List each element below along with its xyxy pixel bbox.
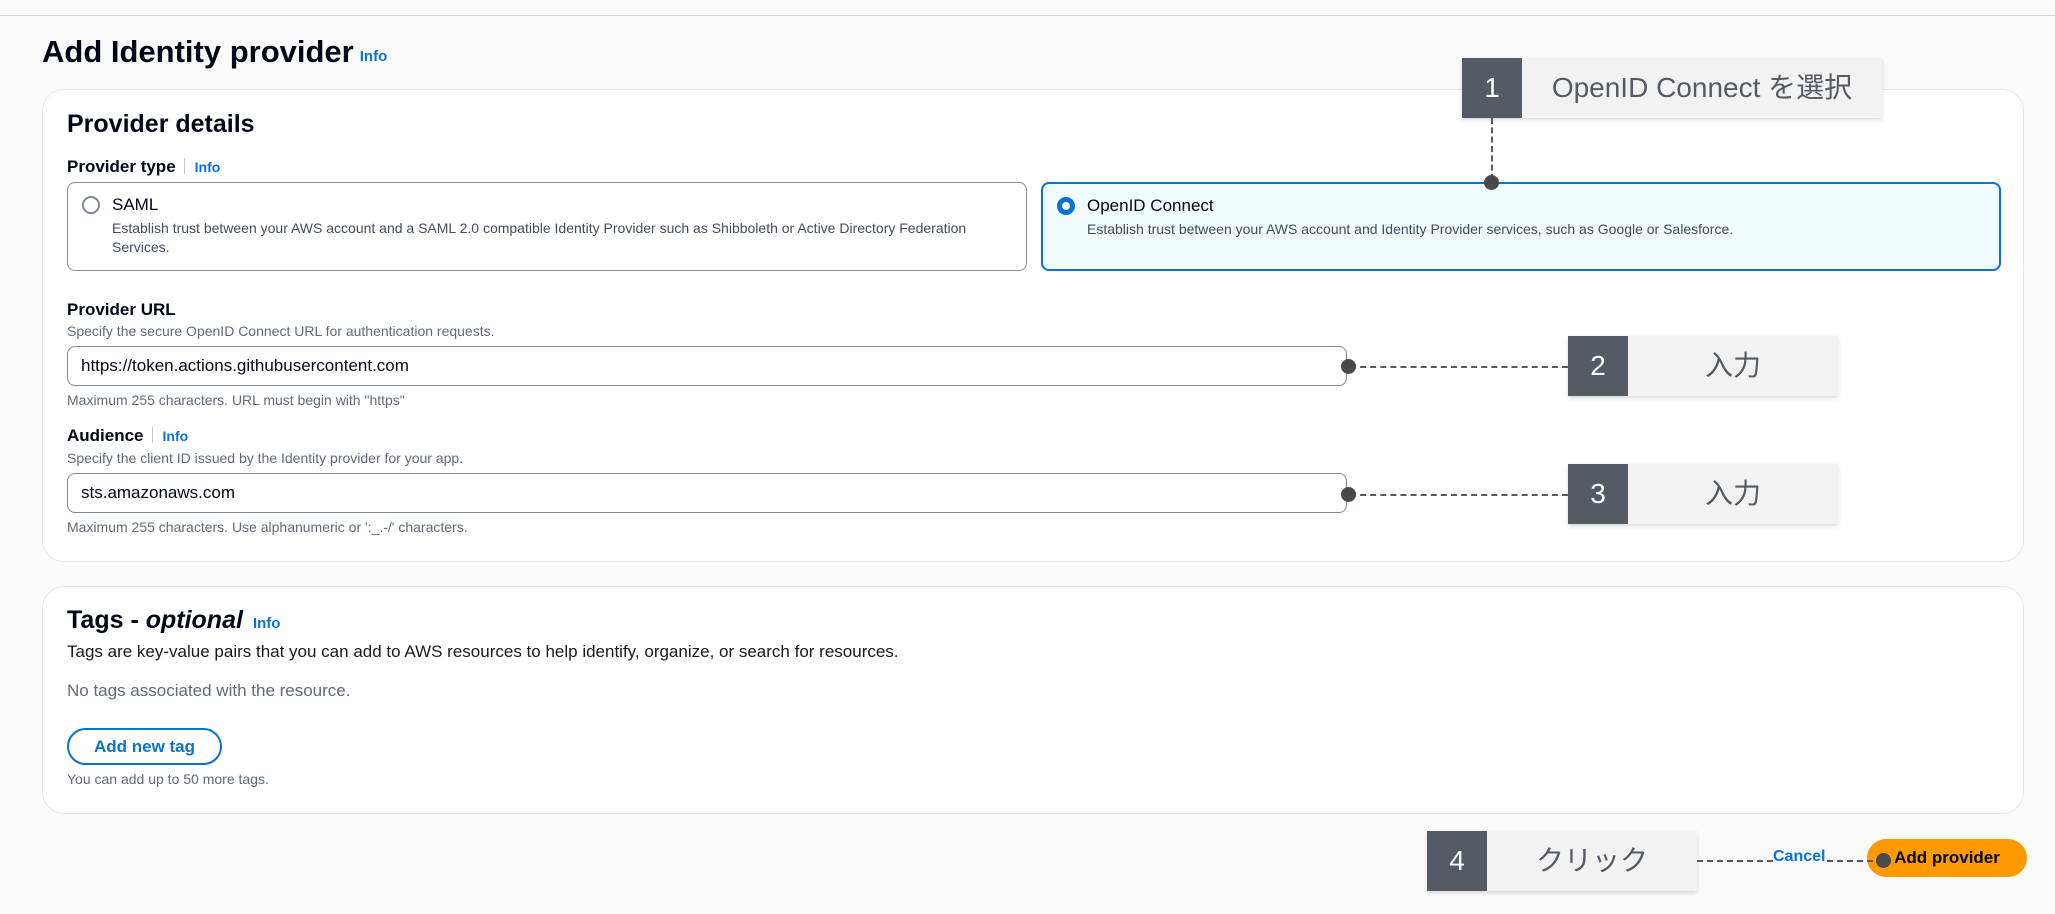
provider-url-label: Provider URL: [67, 300, 176, 319]
top-divider: [0, 15, 2055, 16]
provider-type-label: Provider type Info: [67, 157, 220, 177]
annotation-number-4: 4: [1427, 831, 1487, 891]
audience-description: Specify the client ID issued by the Iden…: [67, 450, 464, 466]
annotation-number-2: 2: [1568, 336, 1628, 396]
tags-heading-optional: optional: [145, 606, 243, 634]
label-separator: [151, 427, 153, 443]
add-new-tag-button[interactable]: Add new tag: [67, 728, 222, 765]
annotation-text-1: OpenID Connect を選択: [1551, 72, 1853, 103]
tags-empty-text: No tags associated with the resource.: [67, 681, 351, 700]
annotation-callout-4: 4 クリック: [1427, 831, 1697, 891]
annotation-dot-3: [1341, 487, 1356, 502]
page-info-link[interactable]: Info: [360, 48, 388, 65]
annotation-text-3: 入力: [1704, 478, 1761, 509]
audience-input[interactable]: [67, 473, 1347, 513]
tags-panel: Tags - optional Info Tags are key-value p…: [42, 586, 2024, 814]
provider-type-saml-tile[interactable]: SAML Establish trust between your AWS ac…: [67, 182, 1027, 271]
annotation-callout-1: 1 OpenID Connect を選択: [1462, 58, 1882, 118]
audience-constraint: Maximum 255 characters. Use alphanumeric…: [67, 519, 468, 535]
annotation-text-4: クリック: [1535, 845, 1648, 876]
annotation-dot-2: [1341, 359, 1356, 374]
provider-url-constraint: Maximum 255 characters. URL must begin w…: [67, 392, 405, 408]
annotation-number-1: 1: [1462, 58, 1522, 118]
annotation-dot-1: [1484, 175, 1499, 190]
tags-description: Tags are key-value pairs that you can ad…: [67, 642, 899, 661]
provider-type-oidc-tile[interactable]: OpenID Connect Establish trust between y…: [1041, 182, 2001, 271]
tags-limit-text: You can add up to 50 more tags.: [67, 771, 269, 787]
audience-label-text: Audience: [67, 426, 144, 445]
tags-info-link[interactable]: Info: [253, 615, 281, 632]
annotation-connector-2: [1350, 366, 1568, 368]
annotation-connector-1: [1491, 118, 1493, 180]
provider-url-input[interactable]: [67, 346, 1347, 386]
saml-radio[interactable]: [82, 196, 100, 214]
annotation-callout-3: 3 入力: [1568, 464, 1838, 524]
page-title-text: Add Identity provider: [42, 34, 354, 69]
saml-description: Establish trust between your AWS account…: [112, 220, 967, 255]
oidc-label: OpenID Connect: [1087, 196, 1214, 215]
provider-type-info-link[interactable]: Info: [195, 159, 221, 175]
annotation-callout-2: 2 入力: [1568, 336, 1838, 396]
provider-url-description: Specify the secure OpenID Connect URL fo…: [67, 323, 495, 339]
provider-type-label-text: Provider type: [67, 157, 176, 176]
annotation-number-3: 3: [1568, 464, 1628, 524]
audience-label: Audience Info: [67, 426, 188, 446]
annotation-connector-4b: [1827, 860, 1883, 862]
add-provider-button[interactable]: Add provider: [1867, 839, 2027, 877]
audience-info-link[interactable]: Info: [163, 428, 189, 444]
annotation-connector-3: [1350, 494, 1568, 496]
tags-heading: Tags - optional Info: [67, 606, 280, 635]
oidc-description: Establish trust between your AWS account…: [1087, 221, 1734, 237]
saml-label: SAML: [112, 195, 159, 214]
tags-heading-prefix: Tags -: [67, 606, 139, 634]
cancel-button[interactable]: Cancel: [1773, 848, 1825, 866]
annotation-text-2: 入力: [1704, 350, 1761, 381]
oidc-radio[interactable]: [1057, 197, 1075, 215]
annotation-dot-4: [1876, 853, 1891, 868]
page-title: Add Identity provider Info: [42, 32, 387, 77]
annotation-connector-4a: [1697, 860, 1773, 862]
provider-details-heading: Provider details: [67, 110, 255, 138]
label-separator: [183, 158, 185, 174]
